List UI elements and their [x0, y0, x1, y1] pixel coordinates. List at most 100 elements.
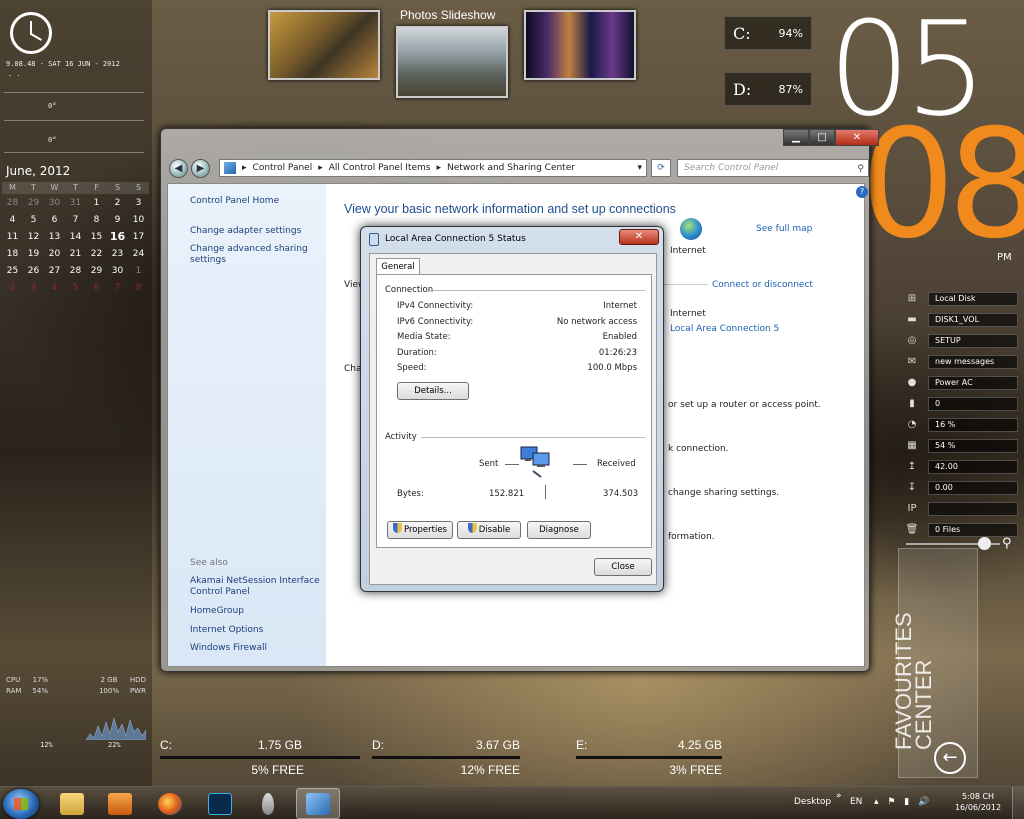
maximize-button[interactable]: □ [809, 129, 835, 146]
minimize-button[interactable]: ▁ [783, 129, 809, 146]
forward-button[interactable]: ▶ [191, 159, 210, 178]
system-item[interactable]: IP [900, 498, 1024, 519]
calendar-day[interactable]: 28 [2, 195, 23, 211]
system-item[interactable]: ● Power AC [900, 372, 1024, 393]
address-dropdown-icon[interactable]: ▾ [637, 163, 642, 173]
calendar-day[interactable]: 29 [23, 195, 44, 211]
calendar-day[interactable]: 14 [65, 229, 86, 245]
calendar-day[interactable]: 6 [86, 280, 107, 296]
calendar-day[interactable]: 18 [2, 246, 23, 262]
calendar-day[interactable]: 2 [107, 195, 128, 211]
calendar-day[interactable]: 5 [23, 212, 44, 228]
connect-disconnect-link[interactable]: Connect or disconnect [712, 280, 813, 290]
calendar-day[interactable]: 1 [128, 263, 149, 279]
tray-clock[interactable]: 5:08 CH 16/06/2012 [948, 791, 1008, 813]
disable-button[interactable]: Disable [457, 521, 521, 539]
system-item[interactable]: ▮ 0 [900, 393, 1024, 414]
calendar-day[interactable]: 17 [128, 229, 149, 245]
calendar-day[interactable]: 1 [86, 195, 107, 211]
change-adapter-settings-link[interactable]: Change adapter settings [190, 226, 320, 237]
system-item[interactable]: ⊞ Local Disk [900, 288, 1024, 309]
calendar-day[interactable]: 28 [65, 263, 86, 279]
language-indicator[interactable]: EN [850, 797, 862, 807]
calendar-day[interactable]: 31 [65, 195, 86, 211]
show-desktop-button[interactable] [1012, 787, 1024, 819]
back-arrow-icon[interactable]: ← [934, 742, 966, 774]
calendar-day[interactable]: 21 [65, 246, 86, 262]
control-panel-home-link[interactable]: Control Panel Home [190, 196, 320, 207]
calendar-day[interactable]: 20 [44, 246, 65, 262]
calendar-day[interactable]: 23 [107, 246, 128, 262]
system-item[interactable]: ↧ 0.00 [900, 477, 1024, 498]
taskbar-control-panel[interactable] [296, 788, 340, 819]
breadcrumb-item[interactable]: Control Panel [253, 163, 313, 173]
taskbar-explorer[interactable] [50, 788, 94, 819]
system-item[interactable]: ◔ 16 % [900, 414, 1024, 435]
calendar-day[interactable]: 25 [2, 263, 23, 279]
taskbar-droplet[interactable] [246, 788, 290, 819]
breadcrumb-item[interactable]: All Control Panel Items [329, 163, 431, 173]
calendar-day[interactable]: 15 [86, 229, 107, 245]
desktop-toolbar-label[interactable]: Desktop [794, 797, 831, 807]
calendar-day[interactable]: 3 [128, 195, 149, 211]
see-full-map-link[interactable]: See full map [756, 224, 812, 234]
calendar-day[interactable]: 29 [86, 263, 107, 279]
calendar-day[interactable]: 24 [128, 246, 149, 262]
taskbar-media-player[interactable] [98, 788, 142, 819]
taskbar-photoshop[interactable] [198, 788, 242, 819]
calendar-day[interactable]: 13 [44, 229, 65, 245]
calendar-day[interactable]: 11 [2, 229, 23, 245]
back-button[interactable]: ◀ [169, 159, 188, 178]
calendar-day[interactable]: 4 [2, 212, 23, 228]
calendar-day[interactable]: 22 [86, 246, 107, 262]
calendar-day[interactable]: 2 [2, 280, 23, 296]
homegroup-link[interactable]: HomeGroup [190, 606, 320, 617]
calendar-day[interactable]: 7 [107, 280, 128, 296]
calendar-day[interactable]: 9 [107, 212, 128, 228]
breadcrumb-item[interactable]: Network and Sharing Center [447, 163, 575, 173]
system-item[interactable]: ↥ 42.00 [900, 456, 1024, 477]
address-bar[interactable]: ▸ Control Panel ▸ All Control Panel Item… [219, 159, 647, 177]
calendar-day[interactable]: 27 [44, 263, 65, 279]
help-icon[interactable]: ? [856, 186, 868, 198]
slideshow-photo-landscape[interactable] [396, 26, 508, 98]
calendar-day[interactable]: 3 [23, 280, 44, 296]
calendar-day[interactable]: 7 [65, 212, 86, 228]
calendar-day[interactable]: 4 [44, 280, 65, 296]
close-dialog-button[interactable]: Close [594, 558, 652, 576]
connection-link[interactable]: Local Area Connection 5 [670, 324, 779, 334]
calendar-day[interactable]: 30 [107, 263, 128, 279]
details-button[interactable]: Details... [397, 382, 469, 400]
calendar-day[interactable]: 10 [128, 212, 149, 228]
calendar-day[interactable]: 6 [44, 212, 65, 228]
calendar-day[interactable]: 8 [128, 280, 149, 296]
slideshow-photo-planets[interactable] [524, 10, 636, 80]
volume-slider-knob[interactable] [978, 537, 991, 550]
system-item[interactable]: ▦ 54 % [900, 435, 1024, 456]
calendar-day[interactable]: 19 [23, 246, 44, 262]
search-input[interactable]: Search Control Panel ⚲ [677, 159, 869, 177]
calendar-day[interactable]: 30 [44, 195, 65, 211]
notification-tray-icons[interactable]: ▴ ⚑ ▮ 🔊 [874, 797, 932, 807]
start-button[interactable] [3, 789, 39, 819]
internet-options-link[interactable]: Internet Options [190, 625, 320, 636]
system-item[interactable]: ✉ new messages [900, 351, 1024, 372]
tab-general[interactable]: General [376, 258, 420, 275]
calendar-day[interactable]: 8 [86, 212, 107, 228]
diagnose-button[interactable]: Diagnose [527, 521, 591, 539]
akamai-link[interactable]: Akamai NetSession Interface Control Pane… [190, 576, 320, 598]
windows-firewall-link[interactable]: Windows Firewall [190, 643, 320, 654]
system-item[interactable]: ▬ DISK1_VOL [900, 309, 1024, 330]
calendar-day[interactable]: 5 [65, 280, 86, 296]
properties-button[interactable]: Properties [387, 521, 453, 539]
calendar-day[interactable]: 26 [23, 263, 44, 279]
search-icon[interactable]: ⚲ [857, 161, 864, 177]
refresh-button[interactable]: ⟳ [651, 159, 671, 177]
search-icon[interactable]: ⚲ [1002, 536, 1012, 551]
change-advanced-sharing-link[interactable]: Change advanced sharing settings [190, 244, 320, 266]
slideshow-photo-road[interactable] [268, 10, 380, 80]
dialog-close-button[interactable]: ✕ [619, 229, 659, 245]
toolbar-chevron-icon[interactable]: » [836, 791, 842, 801]
system-item[interactable]: ◎ SETUP [900, 330, 1024, 351]
taskbar-firefox[interactable] [148, 788, 192, 819]
